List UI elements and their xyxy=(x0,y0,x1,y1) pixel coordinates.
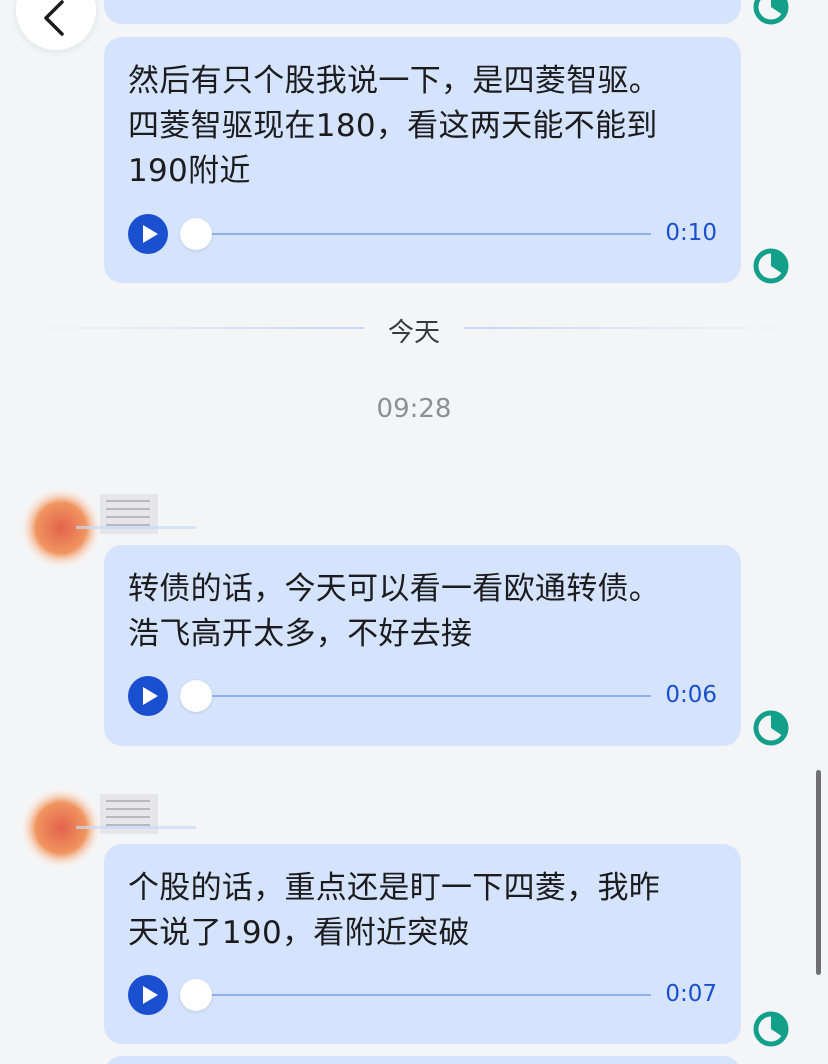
transcript-line: 个股的话，重点还是盯一下四菱，我昨 xyxy=(128,870,661,906)
play-button[interactable] xyxy=(128,676,168,716)
progress-knob[interactable] xyxy=(180,680,212,712)
transcript-line: 然后有只个股我说一下，是四菱智驱。 xyxy=(128,63,661,99)
audio-player: 0:07 xyxy=(128,975,717,1015)
clock-status-icon xyxy=(753,1011,789,1047)
play-icon xyxy=(143,225,158,243)
message-bubble-partial xyxy=(104,1056,741,1064)
audio-player: 0:06 xyxy=(128,676,717,716)
message-bubble-partial xyxy=(104,0,741,24)
progress-knob[interactable] xyxy=(180,979,212,1011)
progress-track[interactable] xyxy=(190,695,651,697)
transcript-line: 四菱智驱现在180，看这两天能不能到 xyxy=(128,108,658,144)
clock-status-icon xyxy=(753,248,789,284)
chevron-left-icon xyxy=(44,0,64,36)
message-transcript: 转债的话，今天可以看一看欧通转债。 浩飞高开太多，不好去接 xyxy=(128,567,721,657)
play-button[interactable] xyxy=(128,214,168,254)
duration-label: 0:06 xyxy=(665,682,717,708)
timestamp-label: 09:28 xyxy=(376,394,452,424)
divider-line xyxy=(30,327,364,329)
voice-message-bubble[interactable]: 转债的话，今天可以看一看欧通转债。 浩飞高开太多，不好去接 0:06 xyxy=(104,545,741,746)
scrollbar[interactable] xyxy=(816,770,821,975)
chat-screen: 然后有只个股我说一下，是四菱智驱。 四菱智驱现在180，看这两天能不能到 190… xyxy=(0,0,828,1064)
duration-label: 0:10 xyxy=(665,220,717,246)
transcript-line: 天说了190，看附近突破 xyxy=(128,915,470,951)
divider-line xyxy=(464,327,794,329)
voice-message-bubble[interactable]: 然后有只个股我说一下，是四菱智驱。 四菱智驱现在180，看这两天能不能到 190… xyxy=(104,37,741,283)
clock-status-icon xyxy=(753,0,789,25)
transcript-line: 转债的话，今天可以看一看欧通转债。 xyxy=(128,571,661,607)
back-button[interactable] xyxy=(16,0,96,50)
transcript-line: 190附近 xyxy=(128,153,251,189)
voice-message-bubble[interactable]: 个股的话，重点还是盯一下四菱，我昨 天说了190，看附近突破 0:07 xyxy=(104,844,741,1044)
transcript-line: 浩飞高开太多，不好去接 xyxy=(128,616,473,652)
duration-label: 0:07 xyxy=(665,981,717,1007)
progress-track[interactable] xyxy=(190,994,651,996)
progress-knob[interactable] xyxy=(180,218,212,250)
play-icon xyxy=(143,687,158,705)
progress-track[interactable] xyxy=(190,233,651,235)
play-button[interactable] xyxy=(128,975,168,1015)
date-divider-label: 今天 xyxy=(387,318,440,348)
message-transcript: 个股的话，重点还是盯一下四菱，我昨 天说了190，看附近突破 xyxy=(128,866,721,956)
audio-player: 0:10 xyxy=(128,214,717,254)
clock-status-icon xyxy=(753,710,789,746)
play-icon xyxy=(143,986,158,1004)
message-transcript: 然后有只个股我说一下，是四菱智驱。 四菱智驱现在180，看这两天能不能到 190… xyxy=(128,59,721,194)
